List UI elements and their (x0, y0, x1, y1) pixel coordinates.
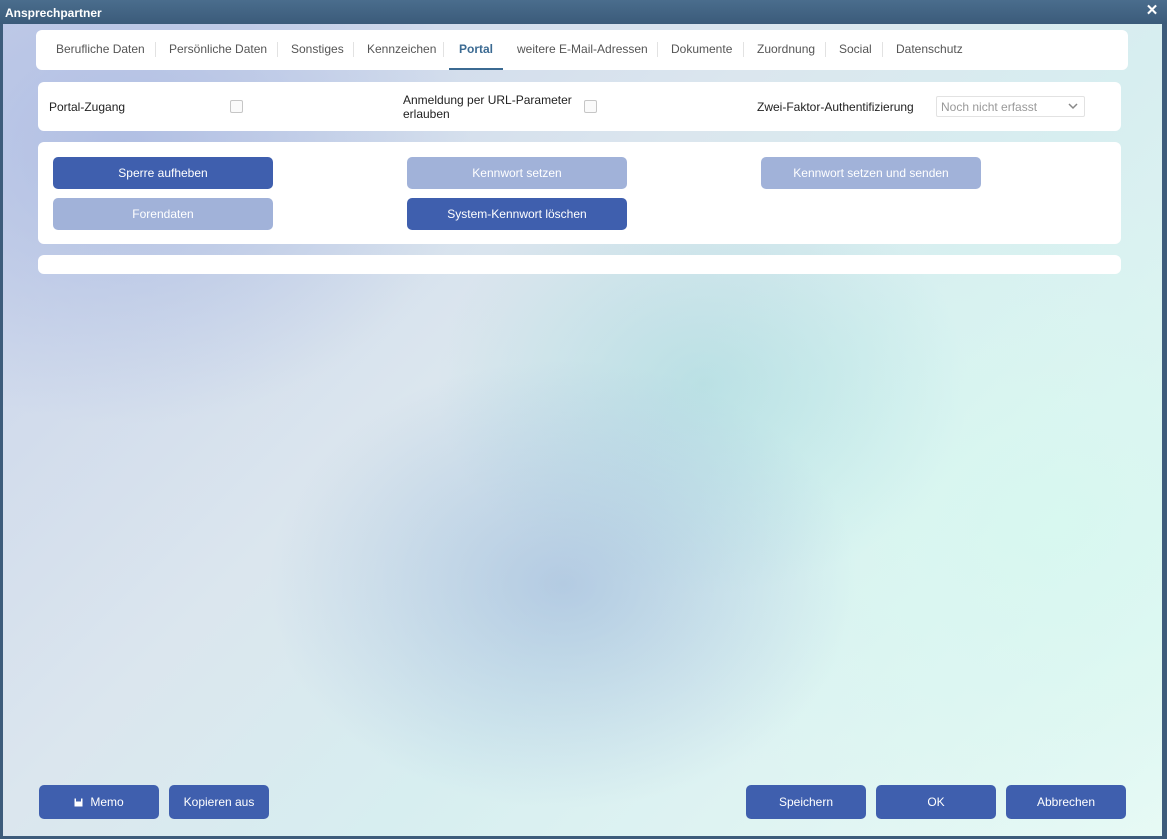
close-icon[interactable]: ✕ (1145, 3, 1159, 18)
save-button[interactable]: Speichern (746, 785, 866, 819)
portal-actions-panel: Sperre aufheben Kennwort setzen Kennwort… (38, 142, 1121, 244)
tab-separator (882, 42, 883, 57)
window-title: Ansprechpartner (5, 6, 102, 20)
copy-from-button[interactable]: Kopieren aus (169, 785, 269, 819)
twofa-select[interactable]: Noch nicht erfasst (936, 96, 1085, 117)
portal-access-checkbox[interactable] (230, 100, 243, 113)
cancel-button[interactable]: Abbrechen (1006, 785, 1126, 819)
tab-sonstiges[interactable]: Sonstiges (291, 30, 344, 70)
tab-portal[interactable]: Portal (449, 30, 504, 70)
unlock-button[interactable]: Sperre aufheben (53, 157, 273, 189)
tab-separator (743, 42, 744, 57)
ok-button[interactable]: OK (876, 785, 996, 819)
tab-separator (155, 42, 156, 57)
tab-berufliche-daten[interactable]: Berufliche Daten (56, 30, 145, 70)
twofa-label: Zwei-Faktor-Authentifizierung (757, 100, 914, 114)
portal-access-label: Portal-Zugang (49, 100, 126, 114)
tab-persoenliche-daten[interactable]: Persönliche Daten (169, 30, 267, 70)
set-password-button[interactable]: Kennwort setzen (407, 157, 627, 189)
set-and-send-password-button[interactable]: Kennwort setzen und senden (761, 157, 981, 189)
chevron-down-icon (1068, 103, 1078, 110)
empty-panel (38, 255, 1121, 274)
url-login-checkbox[interactable] (584, 100, 597, 113)
memo-icon (74, 798, 83, 806)
tab-separator (825, 42, 826, 57)
tab-kennzeichen[interactable]: Kennzeichen (367, 30, 436, 70)
portal-settings-panel: Portal-Zugang Anmeldung per URL-Paramete… (38, 82, 1121, 131)
tab-zuordnung[interactable]: Zuordnung (757, 30, 815, 70)
memo-label: Memo (90, 795, 124, 809)
tab-datenschutz[interactable]: Datenschutz (896, 30, 963, 70)
tab-social[interactable]: Social (839, 30, 872, 70)
dialog-content: Berufliche Daten Persönliche Daten Sonst… (3, 24, 1162, 836)
tab-separator (277, 42, 278, 57)
forum-data-button[interactable]: Forendaten (53, 198, 273, 230)
url-login-label-line1: Anmeldung per URL-Parameter (403, 93, 572, 107)
tab-weitere-email-adressen[interactable]: weitere E-Mail-Adressen (517, 30, 648, 70)
title-bar: Ansprechpartner ✕ (0, 0, 1167, 24)
tab-bar: Berufliche Daten Persönliche Daten Sonst… (36, 30, 1128, 70)
tab-separator (353, 42, 354, 57)
url-login-label-line2: erlauben (403, 107, 450, 121)
tab-separator (443, 42, 444, 57)
tab-dokumente[interactable]: Dokumente (671, 30, 732, 70)
dialog-window: Ansprechpartner ✕ Berufliche Daten Persö… (0, 0, 1167, 839)
tab-separator (657, 42, 658, 57)
memo-button[interactable]: Memo (39, 785, 159, 819)
twofa-select-value: Noch nicht erfasst (941, 100, 1038, 114)
delete-system-password-button[interactable]: System-Kennwort löschen (407, 198, 627, 230)
